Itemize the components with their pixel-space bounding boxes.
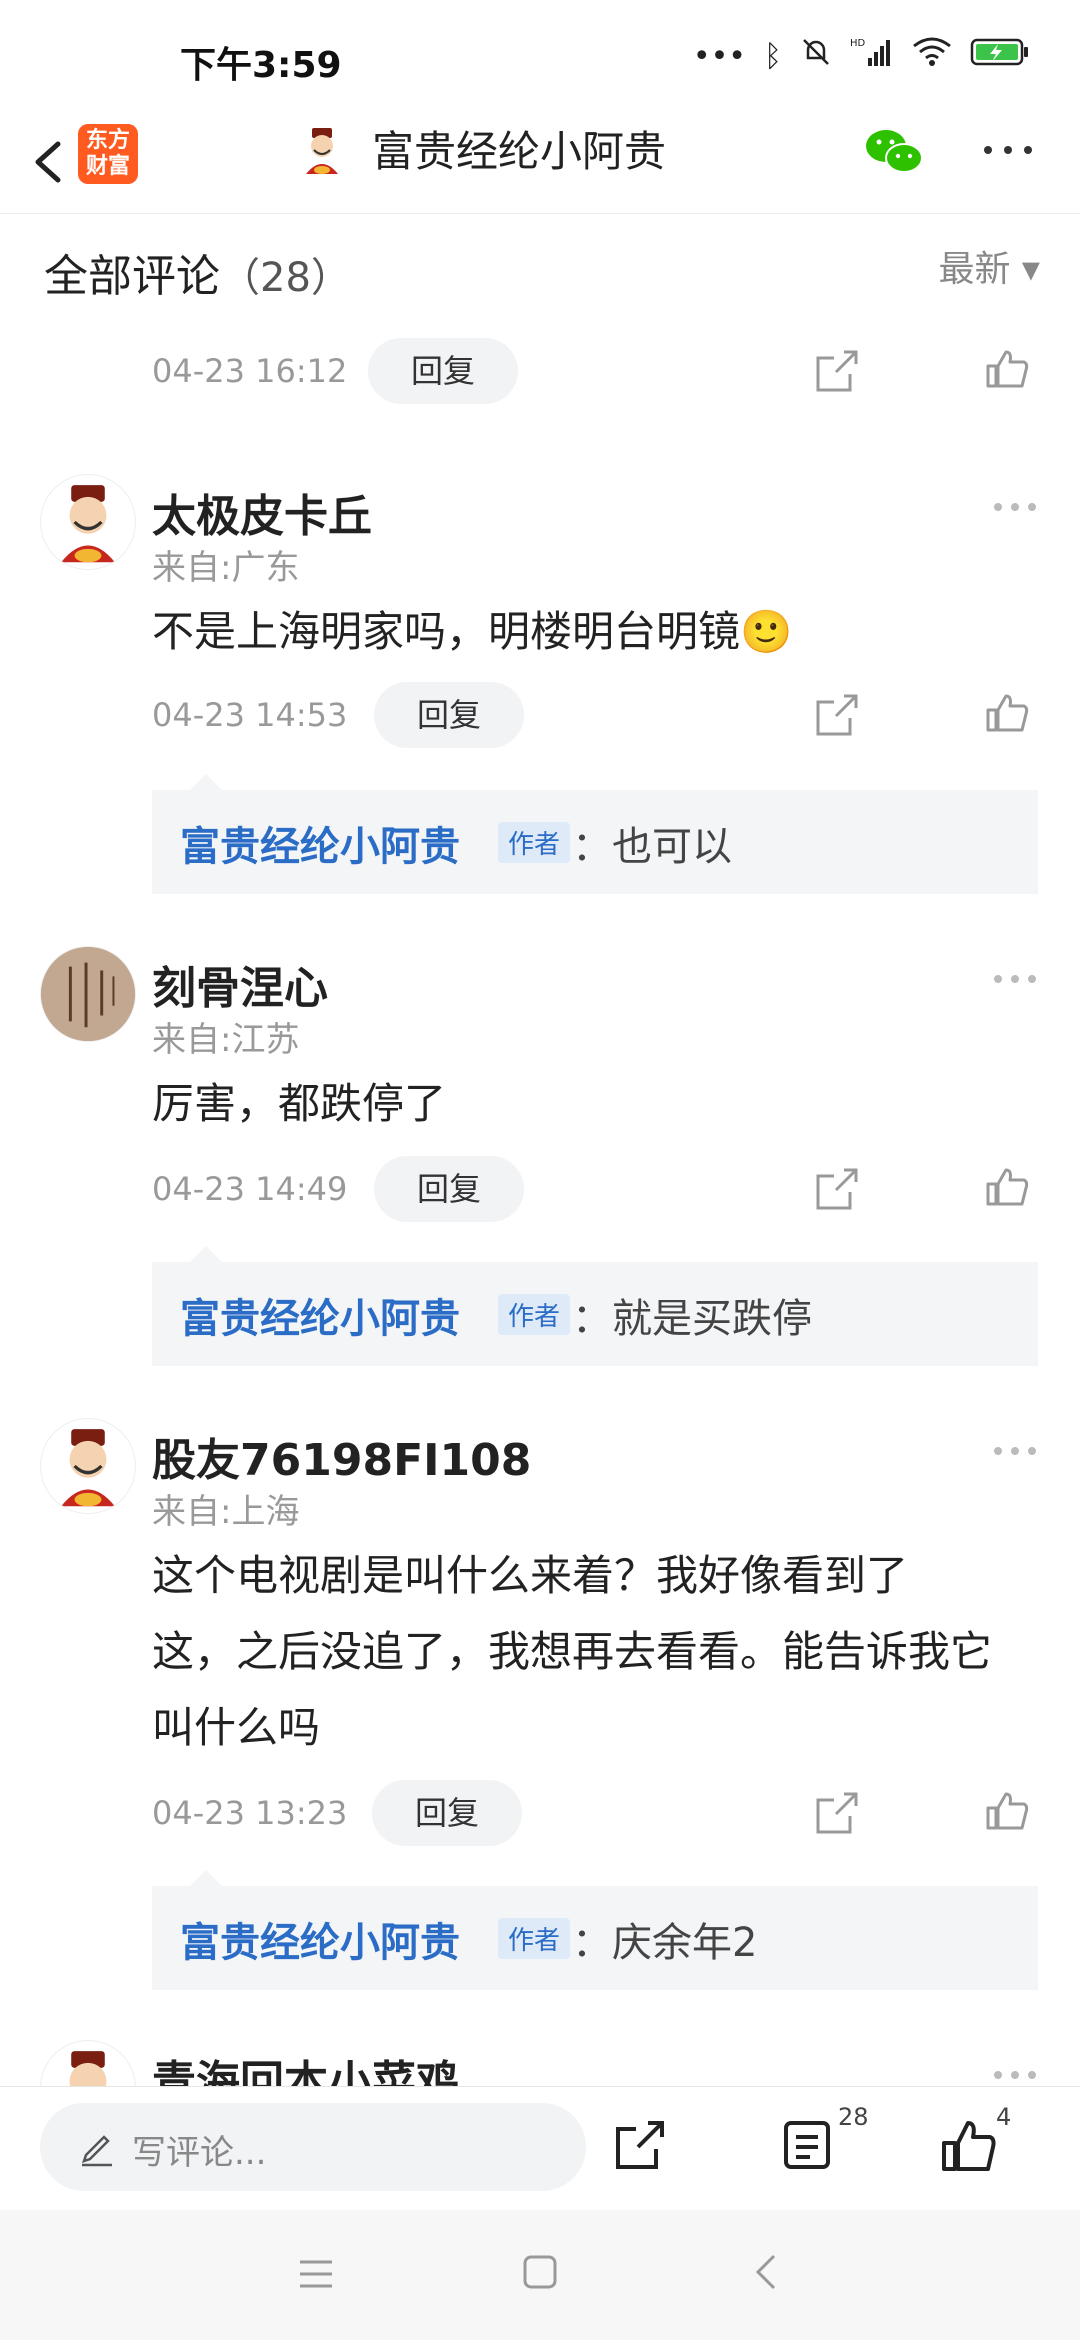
pen-icon	[82, 2135, 112, 2167]
share-icon[interactable]	[814, 1166, 860, 1212]
status-icons: ••• ᛒ HD	[693, 36, 1030, 76]
comments-badge: 28	[838, 2103, 869, 2131]
author-reply[interactable]: 富贵经纶小阿贵 作者 ：也可以	[152, 774, 1038, 894]
mute-bell-icon	[800, 36, 832, 76]
comment-item: 青海回本小菜鸡	[0, 2040, 1080, 2086]
comment-time: 04-23 14:49	[152, 1170, 348, 1208]
like-icon[interactable]	[984, 346, 1032, 394]
reply-text: ：庆余年2	[572, 1920, 758, 1966]
system-navigation-bar	[0, 2210, 1080, 2340]
comments-header: 全部评论（28） 最新 ▾	[0, 216, 1080, 316]
comment-time: 04-23 13:23	[152, 1794, 348, 1832]
comments-list-icon[interactable]	[782, 2117, 834, 2173]
comment-meta-row: 04-23 13:23 回复	[0, 1780, 1080, 1850]
wechat-icon	[866, 130, 923, 173]
page-title: 富贵经纶小阿贵	[372, 127, 667, 176]
comment-more-icon[interactable]	[990, 2060, 1040, 2086]
wifi-icon	[912, 36, 952, 76]
comment-username[interactable]: 青海回本小菜鸡	[152, 2046, 460, 2086]
avatar[interactable]	[40, 2040, 136, 2086]
caishen-avatar-icon	[61, 485, 115, 563]
status-time: 下午3:59	[180, 45, 342, 86]
avatar[interactable]	[40, 946, 136, 1042]
author-avatar[interactable]	[294, 124, 350, 180]
reply-author-name[interactable]: 富贵经纶小阿贵	[180, 814, 460, 872]
recent-apps-icon[interactable]	[296, 2256, 336, 2292]
comment-time: 04-23 14:53	[152, 696, 348, 734]
comment-username[interactable]: 刻骨涅心	[152, 952, 328, 1016]
comment-meta-row: 04-23 16:12 回复	[0, 338, 1080, 408]
more-options-button[interactable]	[978, 130, 1038, 170]
like-icon[interactable]	[984, 1164, 1032, 1212]
comment-text: 厉害，都跌停了	[152, 1079, 447, 1128]
status-bar: 下午3:59 ••• ᛒ HD	[0, 0, 1080, 110]
comments-title: 全部评论（28）	[44, 251, 351, 302]
reply-button[interactable]: 回复	[374, 1156, 524, 1222]
author-badge: 作者	[498, 1918, 571, 1959]
top-nav: 东方 财富 富贵经纶小阿贵	[0, 110, 1080, 214]
comment-more-icon[interactable]	[990, 964, 1040, 994]
comment-text-line: 这个电视剧是叫什么来着？我好像看到了	[152, 1551, 909, 1600]
comment-location: 来自:广东	[152, 548, 300, 588]
comment-username[interactable]: 太极皮卡丘	[152, 480, 372, 544]
battery-charging-icon	[970, 36, 1030, 76]
comment-meta-row: 04-23 14:49 回复	[0, 1156, 1080, 1226]
wechat-share-button[interactable]	[862, 122, 926, 180]
like-icon[interactable]	[940, 2117, 1000, 2177]
svg-text:HD: HD	[850, 38, 866, 49]
comment-time: 04-23 16:12	[152, 352, 348, 390]
comment-location: 来自:江苏	[152, 1020, 300, 1060]
comment-more-icon[interactable]	[990, 1436, 1040, 1466]
more-dots-icon	[984, 146, 1032, 154]
reply-author-name[interactable]: 富贵经纶小阿贵	[180, 1910, 460, 1968]
reply-author-name[interactable]: 富贵经纶小阿贵	[180, 1286, 460, 1344]
bluetooth-icon: ᛒ	[764, 38, 782, 74]
chevron-left-icon	[35, 141, 61, 183]
comment-text-line: 这，之后没追了，我想再去看看。能告诉我它	[152, 1627, 993, 1676]
likes-badge: 4	[996, 2103, 1012, 2131]
bottom-action-bar: 写评论... 28 4	[0, 2086, 1080, 2210]
caishen-avatar-icon	[61, 1429, 115, 1507]
reply-button[interactable]: 回复	[374, 682, 524, 748]
avatar[interactable]	[40, 1418, 136, 1514]
hd-signal-icon: HD	[850, 36, 894, 76]
comment-meta-row: 04-23 14:53 回复	[0, 682, 1080, 752]
reply-button[interactable]: 回复	[368, 338, 518, 404]
author-badge: 作者	[498, 1294, 571, 1335]
reply-button[interactable]: 回复	[372, 1780, 522, 1846]
like-icon[interactable]	[984, 690, 1032, 738]
reply-text: ：也可以	[572, 824, 732, 870]
app-logo[interactable]: 东方 财富	[78, 124, 138, 184]
comment-text-line: 叫什么吗	[152, 1703, 321, 1752]
comment-input[interactable]: 写评论...	[40, 2103, 586, 2191]
comment-more-icon[interactable]	[990, 492, 1040, 522]
share-icon[interactable]	[612, 2117, 668, 2173]
comment-text: 不是上海明家吗，明楼明台明镜🙂	[152, 607, 793, 656]
comment-username[interactable]: 股友76198FI108	[152, 1424, 531, 1488]
comment-text: 这个电视剧是叫什么来着？我好像看到了 这，之后没追了，我想再去看看。能告诉我它 …	[152, 1538, 1042, 1766]
comment-input-placeholder: 写评论...	[132, 2133, 267, 2173]
back-button[interactable]	[20, 124, 80, 200]
avatar[interactable]	[40, 474, 136, 570]
share-icon[interactable]	[814, 348, 860, 394]
caishen-avatar-icon	[69, 2051, 107, 2086]
author-badge: 作者	[498, 822, 571, 863]
back-icon[interactable]	[752, 2252, 782, 2292]
share-icon[interactable]	[814, 692, 860, 738]
like-icon[interactable]	[984, 1788, 1032, 1836]
share-icon[interactable]	[814, 1790, 860, 1836]
caishen-avatar-icon	[306, 128, 338, 174]
author-reply[interactable]: 富贵经纶小阿贵 作者 ：庆余年2	[152, 1870, 1038, 1990]
author-reply[interactable]: 富贵经纶小阿贵 作者 ：就是买跌停	[152, 1246, 1038, 1366]
reply-text: ：就是买跌停	[572, 1296, 812, 1342]
calligraphy-avatar-icon	[41, 947, 135, 1041]
sort-dropdown[interactable]: 最新 ▾	[938, 240, 1040, 292]
comments-count: （28）	[220, 255, 351, 301]
home-icon[interactable]	[522, 2254, 558, 2290]
comment-location: 来自:上海	[152, 1492, 300, 1532]
more-dots-icon: •••	[692, 38, 746, 74]
